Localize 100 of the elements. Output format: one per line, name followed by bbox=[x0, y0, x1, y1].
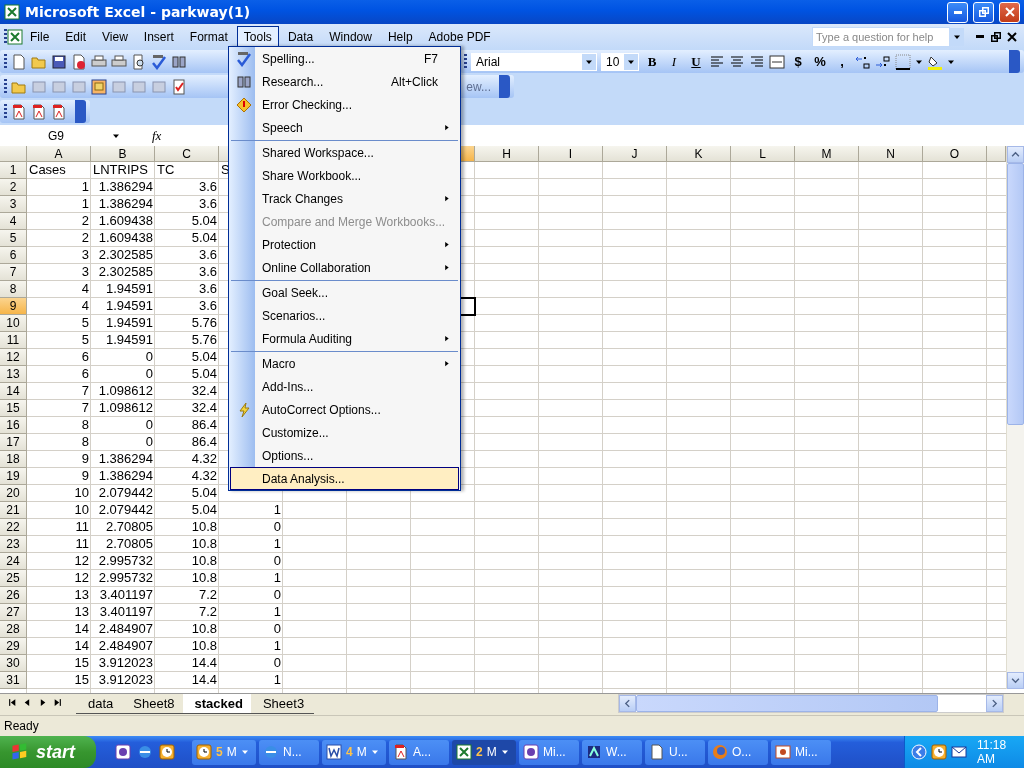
row-header[interactable]: 2 bbox=[0, 179, 27, 196]
menu-item[interactable]: Scenarios... bbox=[230, 304, 459, 327]
column-header[interactable]: A bbox=[27, 146, 91, 162]
row-header[interactable]: 31 bbox=[0, 672, 27, 689]
taskbar-button[interactable]: N... bbox=[259, 739, 319, 765]
row-header[interactable]: 8 bbox=[0, 281, 27, 298]
taskbar-button[interactable]: O... bbox=[708, 739, 768, 765]
taskbar-button[interactable]: 5 M bbox=[192, 739, 256, 765]
menu-item[interactable]: Formula Auditing bbox=[230, 327, 459, 350]
column-header[interactable]: J bbox=[603, 146, 667, 162]
taskbar-button[interactable]: 4 M bbox=[322, 739, 386, 765]
style-button[interactable]: B bbox=[643, 53, 661, 70]
row-header[interactable]: 15 bbox=[0, 400, 27, 417]
row-header[interactable]: 17 bbox=[0, 434, 27, 451]
menu-item[interactable]: View bbox=[95, 25, 135, 48]
menu-item[interactable]: Format bbox=[182, 25, 235, 48]
menu-item[interactable]: Data bbox=[280, 25, 321, 48]
table-cell-text: 3.6 bbox=[197, 298, 218, 315]
menu-item[interactable]: Spelling... F7 bbox=[230, 47, 459, 70]
row-header[interactable]: 11 bbox=[0, 332, 27, 349]
menu-item[interactable]: Shared Workspace... bbox=[230, 139, 459, 164]
taskbar-label: O... bbox=[732, 745, 752, 759]
function-label[interactable]: fx bbox=[152, 127, 162, 144]
style-button[interactable]: U bbox=[687, 53, 705, 70]
row-header[interactable]: 22 bbox=[0, 519, 27, 536]
table-cell-text: 1 bbox=[272, 570, 282, 587]
taskbar-button[interactable]: A... bbox=[389, 739, 449, 765]
number-format-button[interactable]: % bbox=[811, 54, 829, 69]
row-header[interactable]: 27 bbox=[0, 604, 27, 621]
start-button[interactable]: start bbox=[0, 736, 96, 768]
menu-item[interactable]: Error Checking... bbox=[230, 93, 459, 116]
taskbar-button[interactable]: W... bbox=[582, 739, 642, 765]
row-header[interactable]: 14 bbox=[0, 383, 27, 400]
row-header[interactable]: 21 bbox=[0, 502, 27, 519]
name-box[interactable]: G9 bbox=[0, 127, 120, 144]
row-header[interactable]: 10 bbox=[0, 315, 27, 332]
row-header[interactable]: 26 bbox=[0, 587, 27, 604]
menu-item[interactable]: Macro bbox=[230, 350, 459, 375]
column-header[interactable]: O bbox=[923, 146, 987, 162]
row-header[interactable]: 12 bbox=[0, 349, 27, 366]
row-header[interactable]: 7 bbox=[0, 264, 27, 281]
column-header[interactable]: C bbox=[155, 146, 219, 162]
column-header[interactable]: L bbox=[731, 146, 795, 162]
menu-item[interactable]: Options... bbox=[230, 444, 459, 467]
column-header[interactable]: H bbox=[475, 146, 539, 162]
menu-item[interactable]: Protection bbox=[230, 233, 459, 256]
menu-item[interactable]: Online Collaboration bbox=[230, 256, 459, 279]
row-header[interactable]: 19 bbox=[0, 468, 27, 485]
menu-item[interactable]: Edit bbox=[58, 25, 94, 48]
style-button[interactable]: I bbox=[665, 53, 683, 70]
row-header[interactable]: 1 bbox=[0, 162, 27, 179]
menu-item[interactable]: File bbox=[23, 25, 57, 48]
row-header[interactable]: 18 bbox=[0, 451, 27, 468]
menu-item[interactable]: Insert bbox=[136, 25, 181, 48]
row-header[interactable]: 25 bbox=[0, 570, 27, 587]
table-cell-text: 10.8 bbox=[190, 621, 218, 638]
number-format-button[interactable]: $ bbox=[789, 54, 807, 69]
menu-item[interactable]: Research... Alt+Click bbox=[230, 70, 459, 93]
column-header[interactable]: I bbox=[539, 146, 603, 162]
row-header[interactable]: 9 bbox=[0, 298, 27, 315]
taskbar-button[interactable]: Mi... bbox=[519, 739, 579, 765]
menu-item[interactable]: Window bbox=[322, 25, 379, 48]
row-header[interactable]: 29 bbox=[0, 638, 27, 655]
menu-item[interactable]: Tools bbox=[236, 25, 279, 48]
menu-item[interactable]: Adobe PDF bbox=[421, 25, 498, 48]
help-search-field[interactable]: Type a question for help bbox=[812, 26, 950, 47]
number-format-button[interactable]: , bbox=[833, 54, 851, 69]
menu-item[interactable]: AutoCorrect Options... bbox=[230, 398, 459, 421]
row-header[interactable]: 30 bbox=[0, 655, 27, 672]
row-header[interactable]: 6 bbox=[0, 247, 27, 264]
menu-item[interactable]: Add-Ins... bbox=[230, 375, 459, 398]
font-size-field[interactable]: 10 bbox=[601, 52, 639, 71]
row-header[interactable]: 20 bbox=[0, 485, 27, 502]
row-header[interactable]: 23 bbox=[0, 536, 27, 553]
row-header[interactable]: 28 bbox=[0, 621, 27, 638]
row-header[interactable]: 16 bbox=[0, 417, 27, 434]
menu-item[interactable]: Share Workbook... bbox=[230, 164, 459, 187]
column-header[interactable]: B bbox=[91, 146, 155, 162]
menu-item[interactable]: Track Changes bbox=[230, 187, 459, 210]
menu-item[interactable]: Speech bbox=[230, 116, 459, 139]
font-field[interactable]: Arial bbox=[471, 52, 597, 71]
column-header[interactable]: M bbox=[795, 146, 859, 162]
row-header[interactable]: 5 bbox=[0, 230, 27, 247]
menu-item[interactable]: Help bbox=[380, 25, 420, 48]
sheet-tab[interactable]: stacked bbox=[182, 694, 253, 714]
row-header[interactable]: 13 bbox=[0, 366, 27, 383]
taskbar-button[interactable]: U... bbox=[645, 739, 705, 765]
menu-item[interactable]: Customize... bbox=[230, 421, 459, 444]
table-cell-text: 14 bbox=[73, 638, 90, 655]
review-button[interactable]: ew... bbox=[466, 79, 495, 94]
row-header[interactable]: 3 bbox=[0, 196, 27, 213]
row-header[interactable]: 24 bbox=[0, 553, 27, 570]
sheet-tab[interactable]: Sheet3 bbox=[250, 694, 315, 714]
column-header[interactable]: N bbox=[859, 146, 923, 162]
menu-item[interactable]: Data Analysis... bbox=[230, 467, 459, 490]
taskbar-button[interactable]: Mi... bbox=[771, 739, 831, 765]
menu-item[interactable]: Goal Seek... bbox=[230, 279, 459, 304]
row-header[interactable]: 4 bbox=[0, 213, 27, 230]
column-header[interactable]: K bbox=[667, 146, 731, 162]
taskbar-button[interactable]: 2 M bbox=[452, 739, 516, 765]
